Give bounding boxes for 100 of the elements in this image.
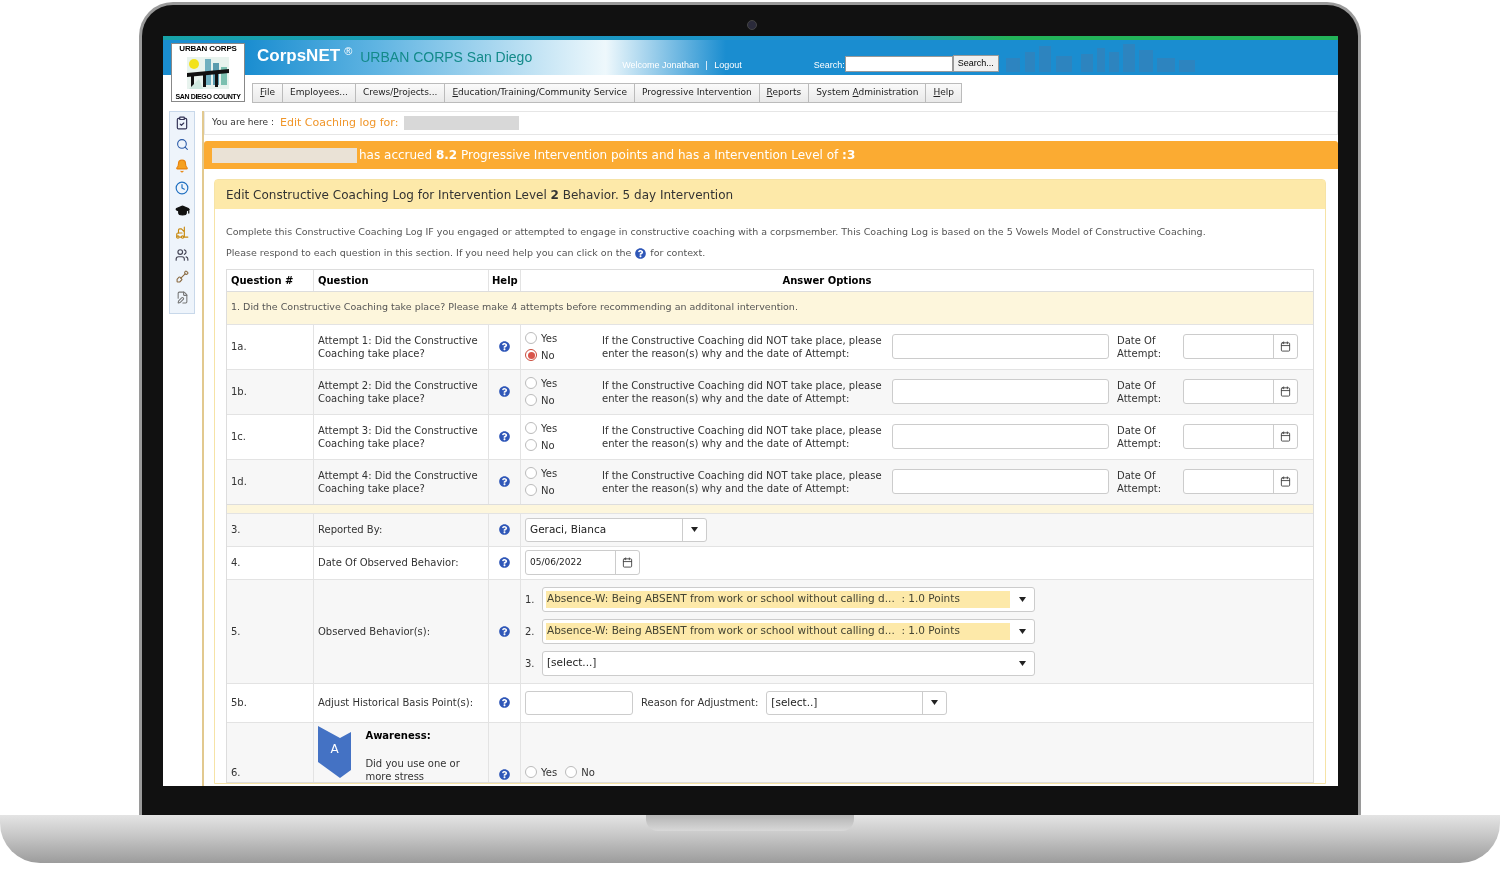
menu-item[interactable]: Reports [758, 83, 810, 103]
radio-label: Yes [541, 466, 558, 481]
menu-item[interactable]: Progressive Intervention [634, 83, 760, 103]
prompt-text: If the Constructive Coaching did NOT take place, please enter the reason(s) why and the date of Attempt: [602, 378, 883, 405]
menu-item[interactable]: Employees... [282, 83, 356, 103]
search-button[interactable]: Search... [952, 55, 999, 72]
forklift-icon[interactable] [175, 226, 189, 240]
breadcrumb-label: You are here : [212, 116, 274, 130]
separator-text: | [705, 58, 709, 72]
help-icon[interactable] [499, 557, 510, 568]
help-icon[interactable] [499, 476, 510, 487]
clipboard-icon[interactable] [175, 116, 189, 130]
help-icon[interactable] [635, 247, 647, 259]
help-icon[interactable] [499, 697, 510, 708]
radio-button[interactable] [525, 422, 537, 434]
date-field[interactable] [1183, 469, 1298, 494]
behavior-select[interactable]: Absence-W: Being ABSENT from work or school without calling d... : 1.0 Points [542, 586, 1035, 612]
radio-label: Yes [541, 765, 558, 780]
reason-field[interactable] [892, 334, 1109, 359]
help-icon[interactable] [499, 386, 510, 397]
help-icon[interactable] [499, 768, 510, 780]
radio-button[interactable] [525, 484, 537, 496]
reason-select[interactable]: [select..] [766, 690, 948, 715]
question-text: Reported By: [318, 523, 383, 537]
question-text: Observed Behavior(s): [318, 624, 431, 639]
column-header: Question # [231, 273, 294, 288]
question-text: Attempt 1: Did the Constructive Coaching take place? [318, 333, 479, 360]
menu-item[interactable]: File [252, 83, 284, 103]
item-number: 1. [525, 592, 535, 607]
app-name: CorpsNET [257, 44, 341, 67]
help-icon[interactable] [499, 431, 510, 442]
reason-field[interactable] [892, 469, 1109, 494]
users-icon[interactable] [175, 248, 189, 262]
calendar-icon[interactable] [1280, 431, 1291, 442]
help-instruction: Please respond to each question in this section. If you need help you can click on the [226, 246, 632, 261]
radio-button[interactable] [525, 467, 537, 479]
behavior-select[interactable]: Absence-W: Being ABSENT from work or school without calling d... : 1.0 Points [542, 618, 1035, 644]
question-number: 1d. [231, 475, 247, 489]
caret-icon [1018, 660, 1026, 666]
reason-field[interactable] [892, 424, 1109, 449]
points-field[interactable] [525, 690, 633, 715]
help-instruction-end: for context. [650, 246, 706, 261]
breadcrumb-current: Edit Coaching log for: [279, 114, 399, 131]
question-number: 5. [231, 624, 241, 639]
radio-button[interactable] [525, 377, 537, 389]
radio-button[interactable] [525, 766, 537, 778]
camera-icon [747, 20, 757, 30]
radio-label: No [541, 348, 555, 363]
calendar-icon[interactable] [622, 557, 633, 568]
search-icon[interactable] [175, 138, 189, 151]
radio-button[interactable] [525, 332, 537, 344]
awareness-badge: A [318, 725, 352, 778]
help-icon[interactable] [499, 524, 510, 535]
radio-label: Yes [541, 376, 558, 391]
menu-item[interactable]: Help [925, 83, 962, 103]
awareness-title: Awareness: [365, 728, 432, 743]
org-name: URBAN CORPS San Diego [360, 48, 533, 67]
panel-title: Edit Constructive Coaching Log for Intervention Level 2 Behavior. 5 day Intervention [226, 186, 734, 204]
banner-text: has accrued 8.2 Progressive Intervention points and has a Intervention Level of :3 [359, 147, 856, 164]
radio-button[interactable] [525, 349, 537, 361]
item-number: 2. [525, 624, 535, 639]
date-field[interactable] [1183, 334, 1298, 359]
date-field[interactable] [1183, 424, 1298, 449]
question-text: Attempt 4: Did the Constructive Coaching take place? [318, 468, 479, 495]
caret-icon [1018, 628, 1026, 634]
menu-item[interactable]: System Administration [808, 83, 927, 103]
radio-button[interactable] [525, 439, 537, 451]
menu-item[interactable]: Crews/Projects... [354, 83, 446, 103]
reason-field[interactable] [892, 379, 1109, 404]
help-icon[interactable] [499, 625, 510, 637]
radio-label: Yes [541, 421, 558, 436]
caret-icon [1018, 596, 1026, 602]
radio-label: No [541, 438, 555, 453]
date-field[interactable]: 05/06/2022 [525, 550, 640, 575]
help-icon[interactable] [499, 341, 510, 352]
reported-by-select[interactable]: Geraci, Bianca [525, 517, 707, 542]
radio-button[interactable] [525, 394, 537, 406]
search-label: Search: [813, 58, 845, 72]
menu-item[interactable]: Education/Training/Community Service [444, 83, 636, 103]
behavior-select[interactable]: [select...] [542, 650, 1035, 676]
graduation-cap-icon[interactable] [174, 203, 190, 218]
document-edit-icon[interactable] [175, 291, 189, 304]
radio-button[interactable] [565, 766, 578, 778]
radio-label: No [541, 483, 555, 498]
question-number: 4. [231, 556, 241, 570]
registered-mark: ® [344, 44, 353, 59]
prompt-text: If the Constructive Coaching did NOT take place, please enter the reason(s) why and the date of Attempt: [602, 468, 883, 495]
caret-icon [691, 527, 698, 532]
date-label: Date Of Attempt: [1117, 423, 1163, 450]
question-number: 3. [231, 523, 241, 537]
calendar-icon[interactable] [1280, 341, 1291, 352]
bell-icon[interactable] [175, 159, 189, 173]
calendar-icon[interactable] [1280, 386, 1291, 397]
question-text: Date Of Observed Behavior: [318, 556, 459, 570]
question-number: 1c. [231, 430, 247, 444]
calendar-icon[interactable] [1280, 476, 1291, 487]
date-field[interactable] [1183, 379, 1298, 404]
search-field[interactable] [844, 56, 953, 72]
clock-icon[interactable] [175, 181, 189, 195]
shovel-icon[interactable] [175, 270, 189, 283]
